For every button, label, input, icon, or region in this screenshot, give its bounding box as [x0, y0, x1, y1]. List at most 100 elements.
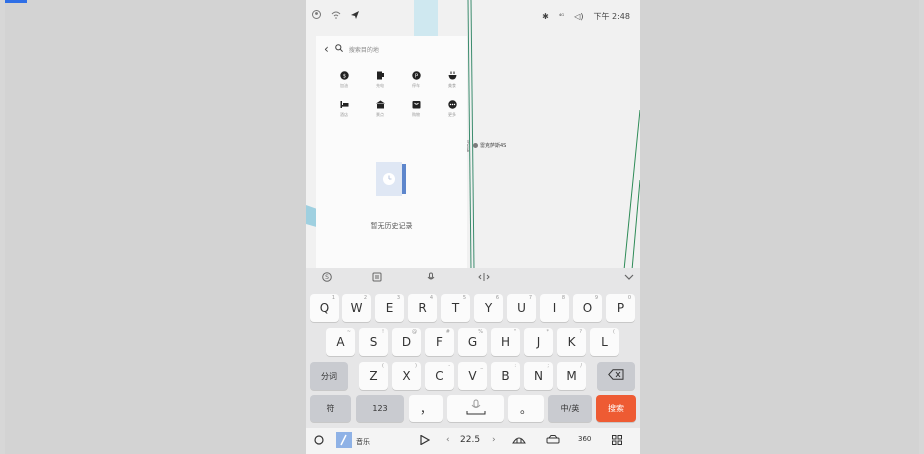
key-sublabel: : — [514, 363, 516, 369]
key-f[interactable]: F # — [425, 328, 454, 356]
car-icon[interactable] — [546, 435, 560, 448]
key-sublabel: ? — [579, 329, 582, 335]
key-e[interactable]: E3 — [375, 294, 404, 322]
key-p[interactable]: P0 — [606, 294, 635, 322]
key-b[interactable]: B: — [491, 362, 520, 390]
key-u[interactable]: U7 — [507, 294, 536, 322]
search-input[interactable]: 搜索目的地 — [349, 45, 379, 54]
key-language-switch[interactable]: 中/英 — [548, 395, 592, 422]
key-sublabel: _ — [480, 363, 484, 369]
signal-icon: ⁴ᴳ — [558, 13, 565, 20]
key-label: H — [500, 335, 511, 349]
key-s[interactable]: S! — [359, 328, 388, 356]
category-food[interactable]: 美食 — [434, 70, 470, 89]
temp-down-icon[interactable]: ‹ — [446, 435, 450, 445]
key-sublabel: 8 — [561, 295, 565, 301]
category-shopping[interactable]: 购物 — [398, 99, 434, 118]
key-123[interactable]: 123 — [356, 395, 404, 422]
shopping-icon — [411, 99, 421, 109]
key-o[interactable]: O9 — [573, 294, 602, 322]
category-label: 充电 — [376, 83, 384, 88]
scenic-icon — [375, 99, 385, 109]
key-g[interactable]: G% — [458, 328, 487, 356]
key-label: 123 — [372, 404, 388, 413]
key-t[interactable]: T5 — [441, 294, 470, 322]
clipboard-icon[interactable] — [372, 272, 382, 284]
key-split-word[interactable]: 分词 — [310, 362, 348, 390]
key-d[interactable]: D @ — [392, 328, 421, 356]
key-k[interactable]: K? — [557, 328, 586, 356]
music-label[interactable]: 音乐 — [356, 437, 370, 447]
key-label: V — [468, 369, 477, 383]
category-label: 购物 — [412, 112, 420, 117]
key-sublabel: 7 — [528, 295, 532, 301]
bottom-dock: 音乐 ‹ 22.5 › 360 — [306, 428, 640, 454]
key-sublabel: - — [448, 363, 450, 369]
search-panel: ‹ 搜索目的地 $ 加油 充电 P 停车 美食 酒店 景点 购物 更多 暂无历史… — [316, 36, 467, 268]
search-key[interactable]: 搜索 — [596, 395, 636, 422]
car-screen: 雷克萨斯4S 科技路 ✱ ⁴ᴳ ◁) 下午 2:48 ‹ 搜索目的地 $ 加油 … — [306, 0, 640, 454]
backspace-key[interactable] — [597, 362, 635, 390]
key-sublabel: @ — [412, 329, 417, 335]
poi-pin-icon — [473, 143, 478, 148]
view-360-button[interactable]: 360 — [578, 435, 591, 443]
category-more[interactable]: 更多 — [434, 99, 470, 118]
key-w[interactable]: W2 — [342, 294, 371, 322]
key-l[interactable]: L( — [590, 328, 619, 356]
category-charging[interactable]: 充电 — [362, 70, 398, 89]
music-album-icon[interactable] — [336, 432, 352, 451]
history-empty-icon — [376, 162, 406, 196]
category-gas[interactable]: $ 加油 — [326, 70, 362, 89]
key-j[interactable]: J * — [524, 328, 553, 356]
key-v[interactable]: V _ — [458, 362, 487, 390]
key-symbol[interactable]: 符 — [310, 395, 351, 422]
category-label: 停车 — [412, 83, 420, 88]
key-label: P — [616, 301, 625, 315]
key-sublabel: ! — [381, 329, 384, 335]
key-sublabel: ( — [613, 329, 615, 335]
key-label: 分词 — [321, 371, 337, 381]
key-label: T — [451, 301, 460, 315]
key-sublabel: # — [445, 329, 450, 335]
hotel-icon — [339, 99, 349, 109]
key-h[interactable]: H " — [491, 328, 520, 356]
key-z[interactable]: Z( — [359, 362, 388, 390]
key-sublabel: % — [478, 329, 483, 335]
key-period[interactable]: 。 — [508, 395, 544, 422]
key-n[interactable]: N; — [524, 362, 553, 390]
category-label: 加油 — [340, 83, 348, 88]
temp-up-icon[interactable]: › — [492, 435, 496, 445]
key-label: O — [582, 301, 593, 315]
keyboard-collapse-icon[interactable] — [624, 272, 634, 284]
windshield-defrost-icon[interactable] — [512, 435, 526, 448]
home-circle-icon[interactable] — [314, 435, 324, 448]
key-m[interactable]: M / — [557, 362, 586, 390]
key-i[interactable]: I8 — [540, 294, 569, 322]
category-hotel[interactable]: 酒店 — [326, 99, 362, 118]
key-c[interactable]: C- — [425, 362, 454, 390]
key-sublabel: 3 — [396, 295, 400, 301]
key-label: K — [567, 335, 576, 349]
key-y[interactable]: Y6 — [474, 294, 503, 322]
account-icon[interactable] — [312, 10, 321, 22]
key-q[interactable]: Q1 — [310, 294, 339, 322]
key-sublabel: ) — [415, 363, 417, 369]
back-button[interactable]: ‹ — [324, 43, 329, 55]
play-icon[interactable] — [420, 434, 431, 448]
sogou-logo-icon[interactable]: S — [322, 272, 332, 284]
key-comma[interactable]: ， — [409, 395, 443, 422]
key-a[interactable]: A ~ — [326, 328, 355, 356]
map-poi[interactable]: 雷克萨斯4S — [473, 142, 506, 149]
key-sublabel: 4 — [429, 295, 433, 301]
cursor-move-icon[interactable] — [478, 272, 490, 284]
key-label: E — [385, 301, 394, 315]
category-scenic[interactable]: 景点 — [362, 99, 398, 118]
apps-grid-icon[interactable] — [612, 435, 622, 448]
microphone-icon[interactable] — [426, 272, 436, 284]
key-r[interactable]: R4 — [408, 294, 437, 322]
category-label: 更多 — [448, 112, 456, 117]
category-parking[interactable]: P 停车 — [398, 70, 434, 89]
key-x[interactable]: X) — [392, 362, 421, 390]
key-space[interactable] — [447, 395, 504, 422]
key-label: 符 — [326, 404, 335, 413]
